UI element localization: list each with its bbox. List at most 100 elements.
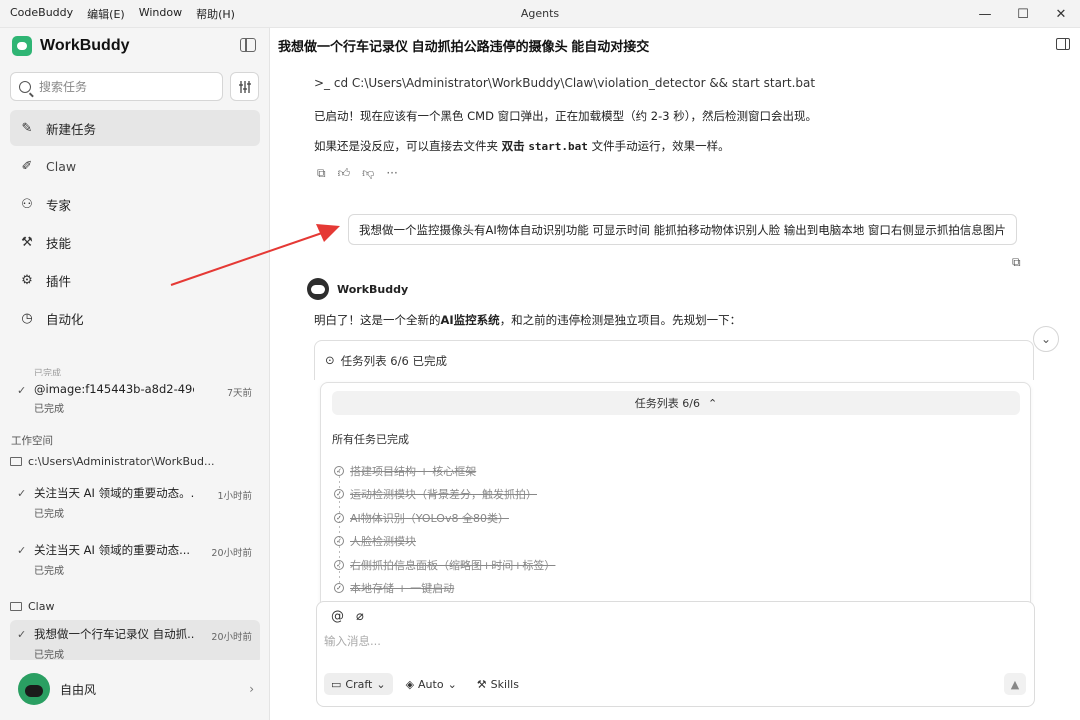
task-panel: 任务列表 6/6 ⌃ 所有任务已完成 ✓ 搭建项目结构 + 核心框架 ✓ 运动检测模… (320, 382, 1031, 634)
nav-new-task[interactable]: ✎ 新建任务 (10, 110, 260, 146)
check-icon: ✓ (17, 544, 27, 557)
menu-bar: CodeBuddy 编辑(E) Window 帮助(H) (0, 6, 235, 22)
folder-name: Claw (28, 600, 55, 613)
chip-label: Craft (345, 677, 373, 691)
task-text: 搭建项目结构 + 核心框架 (350, 464, 477, 478)
collapse-sidebar-icon[interactable] (240, 38, 256, 52)
faded-status: 已完成 (34, 369, 62, 376)
filter-button[interactable] (230, 72, 259, 101)
brand: WorkBuddy (12, 36, 129, 56)
nav-claw[interactable]: ✐ Claw (10, 148, 260, 184)
skills-button[interactable]: ⚒ Skills (470, 673, 526, 695)
task-status: 已完成 (34, 650, 64, 660)
folder-icon: ▭ (331, 677, 342, 691)
task-text: 运动检测模块（背景差分，触发抓拍） (350, 488, 537, 502)
copy-icon[interactable]: ⧉ (317, 166, 326, 181)
thumbs-down-icon[interactable]: 👎︎ (362, 166, 374, 181)
task-title: 关注当天 AI 领域的重要动态... (34, 543, 191, 557)
workspace-folder[interactable]: c:\Users\Administrator\WorkBud... (10, 455, 215, 468)
chevron-down-icon: ⌄ (376, 677, 386, 691)
assistant-message: 已启动！现在应该有一个黑色 CMD 窗口弹出，正在加载模型（约 2-3 秒），然… (314, 109, 817, 123)
page-title: 我想做一个行车记录仪 自动抓拍公路违停的摄像头 能自动对接交 (278, 38, 650, 54)
check-icon: ✓ (17, 487, 27, 500)
tasklist-summary-text: 任务列表 6/6 已完成 (340, 354, 447, 368)
minimize-button[interactable]: — (966, 0, 1004, 28)
more-icon[interactable]: ··· (386, 166, 397, 181)
mention-icon[interactable]: @ (331, 609, 344, 624)
all-done-label: 所有任务已完成 (332, 433, 409, 446)
nav-experts[interactable]: ⚇ 专家 (10, 186, 260, 222)
msg-bold: 双击 (501, 139, 525, 153)
user-name: 自由风 (60, 682, 97, 697)
task-text: 人脸检测模块 (350, 535, 416, 549)
workspace-label: 工作空间 (11, 435, 53, 447)
send-button[interactable]: ▲ (1004, 673, 1026, 695)
sidebar: WorkBuddy ✎ 新建任务 ✐ Claw ⚇ 专家 ⚒ 技 (0, 28, 270, 720)
check-icon: ✓ (17, 384, 27, 397)
craft-mode-button[interactable]: ▭ Craft ⌄ (324, 673, 393, 695)
attach-icon[interactable]: ⌀ (356, 609, 364, 624)
skills-icon: ⚒ (21, 234, 33, 250)
toggle-panel-icon[interactable] (1056, 38, 1070, 50)
menu-help[interactable]: 帮助(H) (196, 6, 235, 22)
task-list-item: ✓ 人脸检测模块 (334, 530, 555, 554)
nav-automation[interactable]: ◷ 自动化 (10, 300, 260, 336)
scroll-down-button[interactable]: ⌄ (1033, 326, 1059, 352)
auto-model-button[interactable]: ◈ Auto ⌄ (399, 673, 464, 695)
clock-icon: ◷ (21, 310, 33, 326)
task-item-active[interactable]: ✓ 我想做一个行车记录仪 自动抓... 20小时前 已完成 (10, 620, 260, 660)
nav-skills[interactable]: ⚒ 技能 (10, 224, 260, 260)
search-icon (19, 80, 31, 93)
menu-window[interactable]: Window (139, 6, 182, 22)
composer-chips: ▭ Craft ⌄ ◈ Auto ⌄ ⚒ Skills (324, 673, 526, 695)
task-text: 右侧抓拍信息面板（缩略图+时间+标签） (350, 558, 556, 572)
task-item[interactable]: ✓ 关注当天 AI 领域的重要动态... 20小时前 已完成 (10, 536, 260, 580)
claw-icon: ✐ (21, 158, 33, 174)
task-item[interactable]: ✓ 关注当天 AI 领域的重要动态。... 1小时前 已完成 (10, 479, 260, 523)
task-item[interactable]: ✓ @image:f145443b-a8d2-49e7-a... 7天前 已完成 (10, 376, 260, 420)
bot-name: WorkBuddy (337, 282, 409, 296)
workbuddy-logo-icon (12, 36, 32, 56)
msg-bold: AI监控系统 (440, 313, 500, 327)
folder-icon (10, 457, 22, 466)
task-time: 7天前 (226, 388, 252, 399)
task-time: 20小时前 (211, 632, 252, 643)
task-status: 已完成 (34, 404, 64, 415)
claw-tasks: ✓ 我想做一个行车记录仪 自动抓... 20小时前 已完成 (10, 620, 260, 660)
check-circle-icon: ✓ (334, 512, 344, 523)
search-box[interactable] (10, 72, 223, 101)
skills-icon: ⚒ (476, 677, 487, 691)
nav-label: Claw (46, 158, 77, 174)
task-list-item: ✓ 搭建项目结构 + 核心框架 (334, 459, 555, 483)
msg-text: 如果还是没反应，可以直接去文件夹 (314, 139, 502, 153)
task-title: 关注当天 AI 领域的重要动态。... (34, 486, 194, 500)
chevron-down-icon: ⌄ (447, 677, 457, 691)
folder-icon (10, 602, 22, 611)
thumbs-up-icon[interactable]: 👍︎ (338, 166, 351, 181)
menu-app[interactable]: CodeBuddy (10, 6, 73, 22)
task-history: 已完成 ✓ @image:f145443b-a8d2-49e7-a... 7天前… (10, 366, 260, 420)
check-circle-icon: ✓ (334, 583, 344, 594)
claw-folder[interactable]: Claw (10, 600, 54, 613)
task-panel-title: 任务列表 6/6 (634, 397, 700, 410)
bot-header: WorkBuddy (307, 278, 408, 300)
msg-text: 文件手动运行，效果一样。 (587, 139, 730, 153)
brand-name: WorkBuddy (40, 37, 130, 54)
close-button[interactable]: ✕ (1042, 0, 1080, 28)
main-panel: 我想做一个行车记录仪 自动抓拍公路违停的摄像头 能自动对接交 >_ cd C:\… (271, 28, 1080, 720)
task-panel-header[interactable]: 任务列表 6/6 ⌃ (332, 391, 1020, 415)
terminal-icon: >_ (314, 76, 334, 90)
copy-icon[interactable]: ⧉ (1012, 255, 1021, 270)
nav-plugins[interactable]: ⚙ 插件 (10, 262, 260, 298)
message-input[interactable] (324, 634, 1014, 648)
search-input[interactable] (39, 79, 199, 94)
task-time: 20小时前 (211, 548, 252, 559)
nav-label: 插件 (46, 273, 72, 289)
tasklist-summary[interactable]: ⊙ 任务列表 6/6 已完成 (314, 340, 1034, 380)
menu-edit[interactable]: 编辑(E) (87, 6, 125, 22)
maximize-button[interactable]: ☐ (1004, 0, 1042, 28)
user-profile[interactable]: 自由风 › (18, 673, 254, 705)
msg-text: ，和之前的违停检测是独立项目。先规划一下： (499, 313, 742, 327)
nav-label: 技能 (46, 235, 72, 251)
task-list: ✓ 搭建项目结构 + 核心框架 ✓ 运动检测模块（背景差分，触发抓拍） ✓ AI物体识… (334, 459, 555, 600)
